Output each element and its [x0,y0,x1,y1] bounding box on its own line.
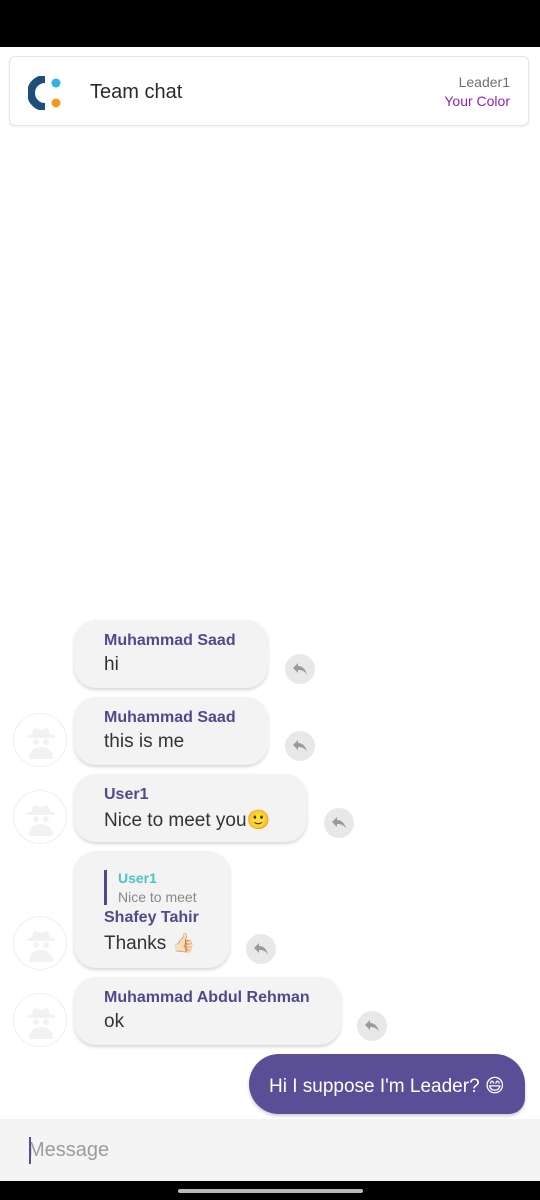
anonymous-spy-avatar-icon [27,931,55,962]
reply-button[interactable] [285,654,315,684]
message-bubble[interactable]: Muhammad Saad this is me [74,697,268,765]
reply-arrow-icon [365,1020,379,1032]
message-text: this is me [104,731,185,752]
message-bubble[interactable]: Muhammad Abdul Rehman ok [74,977,341,1045]
anonymous-spy-avatar-icon [27,1008,55,1039]
message-text: ok [104,1011,125,1032]
avatar[interactable] [13,790,67,844]
message-sender: User1 [104,786,149,803]
message-input[interactable] [28,1133,508,1167]
reply-button[interactable] [357,1011,387,1041]
avatar[interactable] [13,993,67,1047]
status-bar [0,0,540,47]
message-sender: Muhammad Saad [104,709,236,726]
message-sender: Muhammad Saad [104,632,236,649]
app-logo-icon [28,76,61,110]
message-bubble[interactable]: User1 Nice to meet Shafey Tahir Thanks 👍… [74,851,230,968]
anonymous-spy-avatar-icon [27,805,55,836]
user-role-label: Leader1 [458,74,510,90]
reply-arrow-icon [332,817,346,829]
reply-arrow-icon [254,943,268,955]
message-text: hi [104,654,119,675]
quoted-message[interactable]: User1 Nice to meet [104,870,200,905]
my-message-bubble[interactable]: Hi I suppose I'm Leader? 😄 [249,1054,525,1114]
reply-button[interactable] [246,934,276,964]
message-sender: Shafey Tahir [104,909,199,926]
message-bubble[interactable]: User1 Nice to meet you🙂 [74,774,307,842]
reply-arrow-icon [293,740,307,752]
message-composer [0,1119,540,1181]
reply-button[interactable] [324,808,354,838]
quoted-sender: User1 [118,870,157,886]
chat-title: Team chat [90,81,183,103]
message-bubble[interactable]: Muhammad Saad hi [74,620,268,688]
anonymous-spy-avatar-icon [27,728,55,759]
navigation-bar [0,1181,540,1200]
quoted-text: Nice to meet [118,889,197,905]
avatar[interactable] [13,713,67,767]
text-caret [29,1137,31,1164]
home-gesture-handle[interactable] [178,1189,363,1193]
message-sender: Muhammad Abdul Rehman [104,989,310,1006]
message-text: Nice to meet you🙂 [104,810,271,831]
chat-header: Team chat Leader1 Your Color [9,56,529,126]
avatar[interactable] [13,916,67,970]
reply-button[interactable] [285,731,315,761]
your-color-link[interactable]: Your Color [444,93,510,109]
message-text: Thanks 👍🏻 [104,933,196,954]
reply-arrow-icon [293,663,307,675]
